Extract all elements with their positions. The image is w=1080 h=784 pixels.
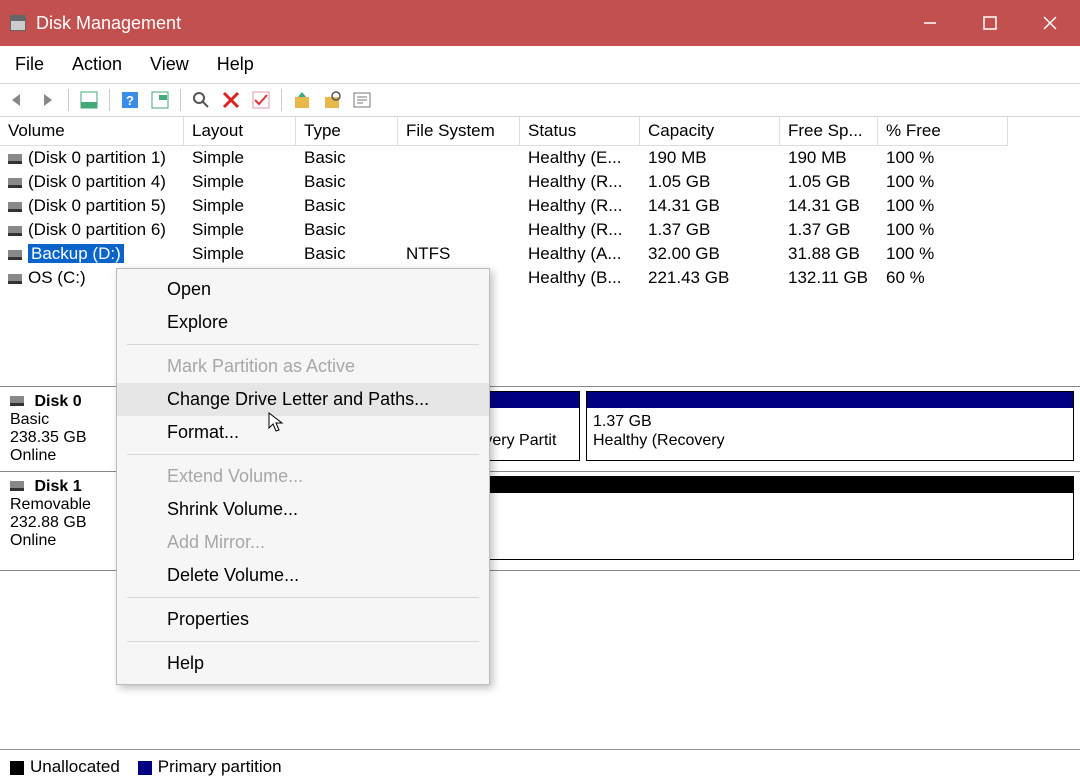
refresh-icon[interactable] xyxy=(148,88,172,112)
volume-list: Volume Layout Type File System Status Ca… xyxy=(0,117,1080,290)
disk-icon xyxy=(8,226,22,236)
ctx-explore[interactable]: Explore xyxy=(117,306,489,339)
menu-bar: File Action View Help xyxy=(0,46,1080,84)
col-capacity[interactable]: Capacity xyxy=(640,117,780,146)
ctx-open[interactable]: Open xyxy=(117,273,489,306)
rescan-icon[interactable] xyxy=(189,88,213,112)
title-bar: Disk Management xyxy=(0,0,1080,46)
ctx-extend-volume: Extend Volume... xyxy=(117,460,489,493)
disk-icon xyxy=(10,481,24,491)
ctx-change-drive-letter[interactable]: Change Drive Letter and Paths... xyxy=(117,383,489,416)
show-hide-icon[interactable] xyxy=(77,88,101,112)
context-menu: Open Explore Mark Partition as Active Ch… xyxy=(116,268,490,685)
help-icon[interactable]: ? xyxy=(118,88,142,112)
forward-icon[interactable] xyxy=(36,88,60,112)
app-icon xyxy=(10,15,26,31)
partition[interactable]: 1.37 GBHealthy (Recovery xyxy=(586,391,1074,461)
cursor-icon xyxy=(268,412,288,438)
table-row[interactable]: (Disk 0 partition 6) Simple Basic Health… xyxy=(0,218,1080,242)
divider xyxy=(127,344,479,345)
ctx-format[interactable]: Format... xyxy=(117,416,489,449)
table-row[interactable]: (Disk 0 partition 4) Simple Basic Health… xyxy=(0,170,1080,194)
col-free[interactable]: Free Sp... xyxy=(780,117,878,146)
ctx-shrink-volume[interactable]: Shrink Volume... xyxy=(117,493,489,526)
menu-help[interactable]: Help xyxy=(212,52,259,77)
menu-view[interactable]: View xyxy=(145,52,194,77)
maximize-button[interactable] xyxy=(960,0,1020,46)
ctx-mark-active: Mark Partition as Active xyxy=(117,350,489,383)
col-volume[interactable]: Volume xyxy=(0,117,184,146)
attach-vhd-icon[interactable] xyxy=(290,88,314,112)
back-icon[interactable] xyxy=(6,88,30,112)
table-row-selected[interactable]: Backup (D:) Simple Basic NTFS Healthy (A… xyxy=(0,242,1080,266)
volume-list-header: Volume Layout Type File System Status Ca… xyxy=(0,117,1080,146)
table-row[interactable]: (Disk 0 partition 1) Simple Basic Health… xyxy=(0,146,1080,170)
close-button[interactable] xyxy=(1020,0,1080,46)
menu-file[interactable]: File xyxy=(10,52,49,77)
divider xyxy=(127,641,479,642)
ctx-help[interactable]: Help xyxy=(117,647,489,680)
swatch-unallocated xyxy=(10,761,24,775)
legend: Unallocated Primary partition xyxy=(0,749,1080,784)
disk-icon xyxy=(8,154,22,164)
col-status[interactable]: Status xyxy=(520,117,640,146)
ctx-delete-volume[interactable]: Delete Volume... xyxy=(117,559,489,592)
ctx-add-mirror: Add Mirror... xyxy=(117,526,489,559)
ctx-properties[interactable]: Properties xyxy=(117,603,489,636)
check-icon[interactable] xyxy=(249,88,273,112)
col-layout[interactable]: Layout xyxy=(184,117,296,146)
detach-vhd-icon[interactable] xyxy=(320,88,344,112)
menu-action[interactable]: Action xyxy=(67,52,127,77)
toolbar: ? xyxy=(0,84,1080,117)
disk-icon xyxy=(8,250,22,260)
disk-icon xyxy=(8,202,22,212)
disk-icon xyxy=(8,178,22,188)
table-row[interactable]: (Disk 0 partition 5) Simple Basic Health… xyxy=(0,194,1080,218)
col-fs[interactable]: File System xyxy=(398,117,520,146)
col-type[interactable]: Type xyxy=(296,117,398,146)
col-pct[interactable]: % Free xyxy=(878,117,1008,146)
svg-text:?: ? xyxy=(126,93,134,108)
divider xyxy=(127,597,479,598)
delete-icon[interactable] xyxy=(219,88,243,112)
divider xyxy=(127,454,479,455)
window-title: Disk Management xyxy=(36,13,900,34)
properties-icon[interactable] xyxy=(350,88,374,112)
disk-icon xyxy=(8,274,22,284)
disk-icon xyxy=(10,396,24,406)
swatch-primary xyxy=(138,761,152,775)
minimize-button[interactable] xyxy=(900,0,960,46)
